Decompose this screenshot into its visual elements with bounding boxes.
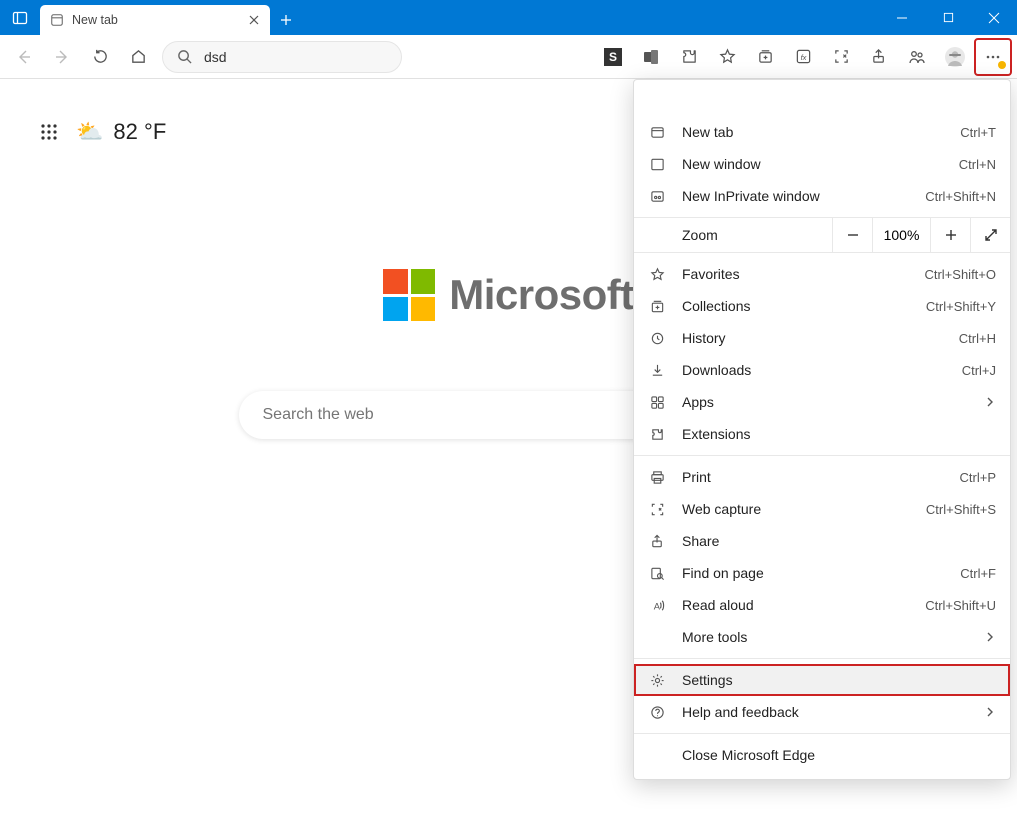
window-maximize-button[interactable] (925, 0, 971, 35)
zoom-out-button[interactable] (832, 217, 872, 253)
people-icon[interactable] (899, 39, 935, 75)
menu-extensions[interactable]: Extensions (634, 418, 1010, 450)
chevron-right-icon (984, 706, 996, 718)
extensions-menu-icon (648, 427, 666, 442)
app-menu: New tab Ctrl+T New window Ctrl+N New InP… (633, 79, 1011, 780)
microsoft-logo-text: Microsoft (449, 271, 634, 319)
browser-toolbar: S fx (0, 35, 1017, 79)
new-tab-button[interactable] (270, 5, 302, 35)
address-bar[interactable] (162, 41, 402, 73)
menu-settings[interactable]: Settings (634, 664, 1010, 696)
menu-new-inprivate[interactable]: New InPrivate window Ctrl+Shift+N (634, 180, 1010, 212)
weather-icon: ⛅ (76, 119, 103, 145)
weather-unit: °F (144, 119, 166, 144)
zoom-in-button[interactable] (930, 217, 970, 253)
microsoft-logo-icon (383, 269, 435, 321)
refresh-button[interactable] (82, 39, 118, 75)
new-tab-icon (648, 125, 666, 140)
menu-favorites[interactable]: Favorites Ctrl+Shift+O (634, 258, 1010, 290)
chevron-right-icon (984, 631, 996, 643)
forward-button[interactable] (44, 39, 80, 75)
downloads-icon (648, 363, 666, 378)
collections-menu-icon (648, 299, 666, 314)
title-bar: New tab (0, 0, 1017, 35)
web-capture-menu-icon (648, 502, 666, 517)
math-icon[interactable]: fx (785, 39, 821, 75)
share-icon[interactable] (861, 39, 897, 75)
back-button[interactable] (6, 39, 42, 75)
fullscreen-button[interactable] (970, 217, 1010, 253)
window-minimize-button[interactable] (879, 0, 925, 35)
menu-zoom: Zoom 100% (634, 217, 1010, 253)
extensions-icon[interactable] (671, 39, 707, 75)
gear-icon (648, 673, 666, 688)
address-input[interactable] (202, 48, 387, 66)
web-capture-icon[interactable] (823, 39, 859, 75)
menu-collections[interactable]: Collections Ctrl+Shift+Y (634, 290, 1010, 322)
weather-temp: 82 (113, 119, 137, 144)
tab-title: New tab (72, 13, 238, 27)
help-icon (648, 705, 666, 720)
find-icon (648, 566, 666, 581)
tab-page-icon (50, 13, 64, 27)
page-settings-icon[interactable] (40, 123, 58, 141)
home-button[interactable] (120, 39, 156, 75)
svg-text:fx: fx (800, 53, 806, 62)
menu-help[interactable]: Help and feedback (634, 696, 1010, 728)
share-menu-icon (648, 534, 666, 549)
menu-find[interactable]: Find on page Ctrl+F (634, 557, 1010, 589)
search-icon (177, 49, 192, 64)
menu-new-window[interactable]: New window Ctrl+N (634, 148, 1010, 180)
menu-apps[interactable]: Apps (634, 386, 1010, 418)
chevron-right-icon (984, 396, 996, 408)
menu-more-tools[interactable]: More tools (634, 621, 1010, 653)
menu-web-capture[interactable]: Web capture Ctrl+Shift+S (634, 493, 1010, 525)
profile-icon[interactable] (937, 39, 973, 75)
star-icon (648, 267, 666, 282)
menu-share[interactable]: Share (634, 525, 1010, 557)
zoom-value: 100% (872, 217, 930, 253)
read-aloud-icon: A (648, 598, 666, 613)
inprivate-icon (648, 189, 666, 204)
microsoft-logo: Microsoft (383, 269, 634, 321)
tab-actions-button[interactable] (0, 0, 40, 35)
menu-print[interactable]: Print Ctrl+P (634, 461, 1010, 493)
office-icon[interactable] (633, 39, 669, 75)
window-close-button[interactable] (971, 0, 1017, 35)
new-window-icon (648, 157, 666, 172)
weather-widget[interactable]: ⛅ 82 °F (76, 119, 166, 145)
tab-close-button[interactable] (246, 12, 262, 28)
svg-text:A: A (653, 601, 660, 611)
print-icon (648, 470, 666, 485)
menu-history[interactable]: History Ctrl+H (634, 322, 1010, 354)
menu-downloads[interactable]: Downloads Ctrl+J (634, 354, 1010, 386)
history-icon (648, 331, 666, 346)
settings-menu-button[interactable] (975, 39, 1011, 75)
favorites-icon[interactable] (709, 39, 745, 75)
menu-close-edge[interactable]: Close Microsoft Edge (634, 739, 1010, 771)
browser-tab[interactable]: New tab (40, 5, 270, 35)
extension-s-icon[interactable]: S (595, 39, 631, 75)
apps-icon (648, 395, 666, 410)
menu-new-tab[interactable]: New tab Ctrl+T (634, 116, 1010, 148)
collections-icon[interactable] (747, 39, 783, 75)
menu-read-aloud[interactable]: A Read aloud Ctrl+Shift+U (634, 589, 1010, 621)
